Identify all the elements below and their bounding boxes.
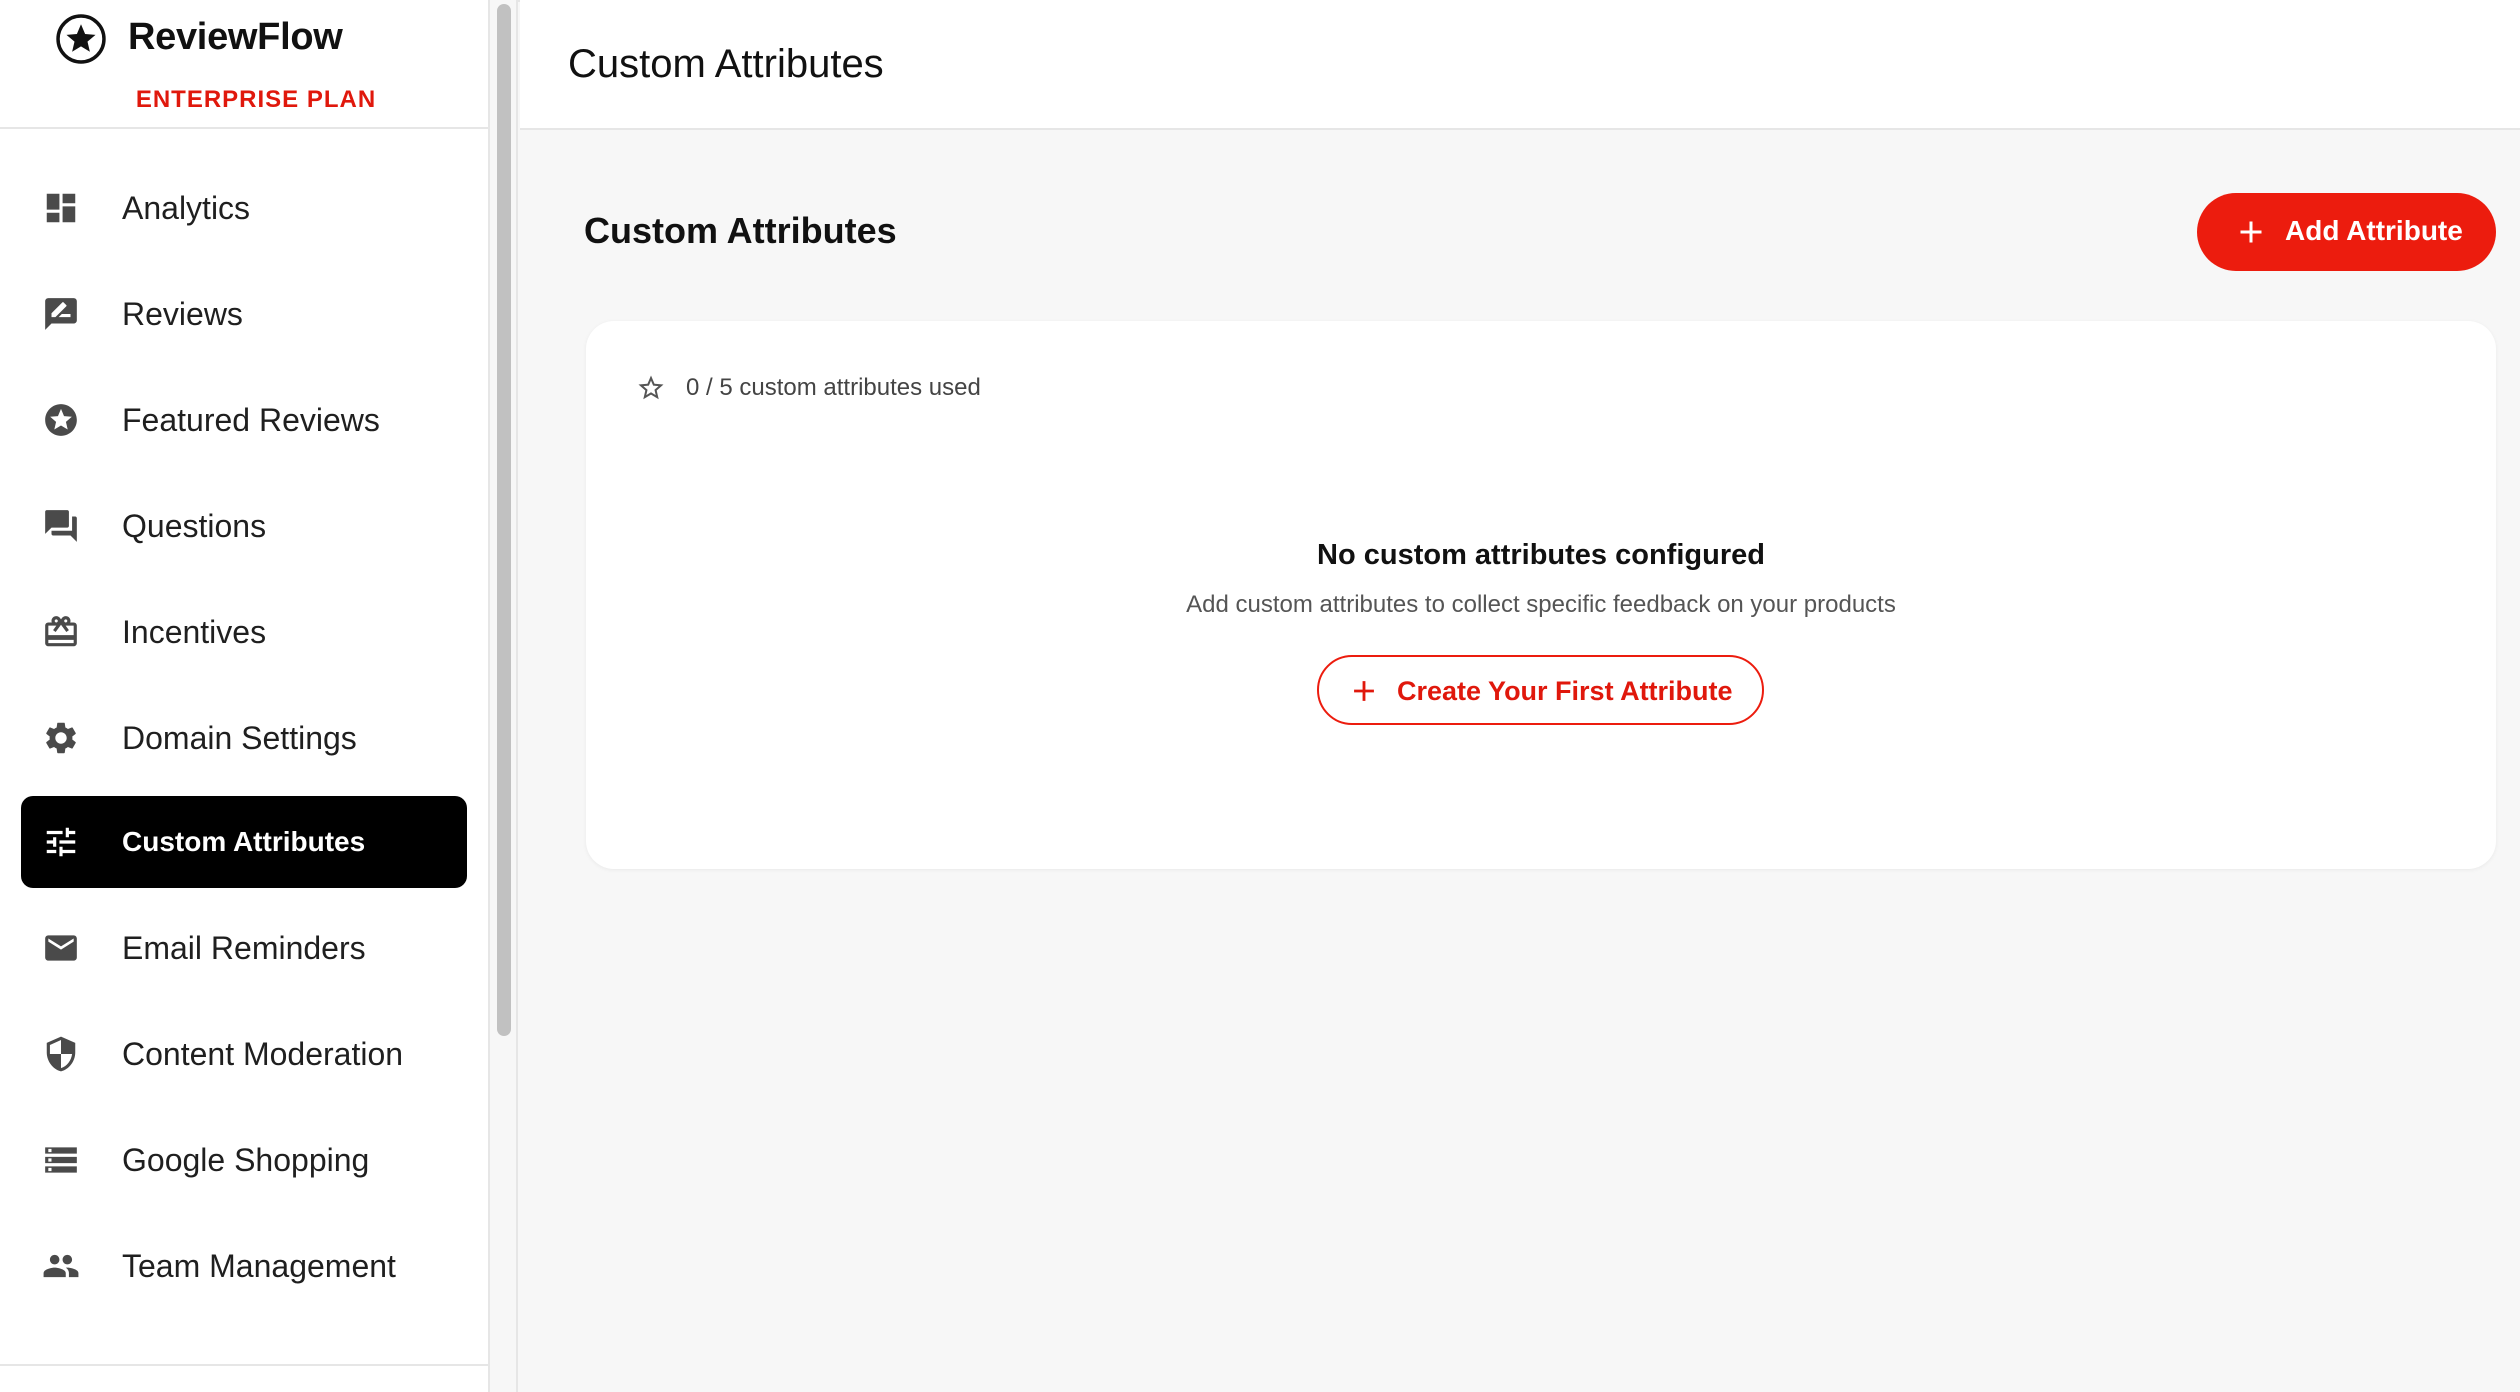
sidebar-item-featured-reviews[interactable]: Featured Reviews (21, 374, 467, 466)
sidebar-item-content-moderation[interactable]: Content Moderation (21, 1008, 467, 1100)
plus-icon (2240, 221, 2262, 243)
sidebar: ReviewFlow ENTERPRISE PLAN Analytics Rev… (0, 0, 490, 1392)
sidebar-item-reviews[interactable]: Reviews (21, 268, 467, 360)
sidebar-item-google-shopping[interactable]: Google Shopping (21, 1114, 467, 1206)
storage-icon (41, 1140, 81, 1180)
create-first-attribute-label: Create Your First Attribute (1397, 676, 1733, 706)
sidebar-item-team-management[interactable]: Team Management (21, 1220, 467, 1312)
sidebar-item-label: Custom Attributes (122, 826, 366, 857)
sidebar-item-label: Analytics (122, 189, 251, 226)
usage-count: 0 / 5 custom attributes used (686, 374, 981, 401)
empty-state-description: Add custom attributes to collect specifi… (1186, 591, 1896, 618)
sidebar-item-domain-settings[interactable]: Domain Settings (21, 692, 467, 784)
sidebar-footer-divider (0, 1364, 488, 1366)
sidebar-scrollbar-thumb[interactable] (497, 4, 511, 1036)
usage-indicator: 0 / 5 custom attributes used (636, 373, 981, 403)
section-title: Custom Attributes (584, 210, 897, 251)
sidebar-item-analytics[interactable]: Analytics (21, 162, 467, 254)
tune-icon (41, 822, 81, 862)
people-icon (41, 1246, 81, 1286)
email-icon (41, 928, 81, 968)
plus-icon (1354, 681, 1374, 701)
stars-icon (41, 400, 81, 440)
sidebar-item-custom-attributes[interactable]: Custom Attributes (21, 796, 467, 888)
shield-icon (41, 1034, 81, 1074)
rate-review-icon (41, 294, 81, 334)
brand-header: ReviewFlow ENTERPRISE PLAN (0, 0, 488, 129)
sidebar-item-incentives[interactable]: Incentives (21, 586, 467, 678)
sidebar-item-label: Featured Reviews (122, 401, 380, 438)
add-attribute-label: Add Attribute (2285, 215, 2463, 246)
star-outline-icon (638, 375, 664, 400)
page-title: Custom Attributes (568, 42, 884, 86)
create-first-attribute-button[interactable]: Create Your First Attribute (1317, 655, 1764, 725)
sidebar-item-label: Google Shopping (122, 1141, 370, 1178)
sidebar-item-label: Team Management (122, 1247, 396, 1284)
empty-state-title: No custom attributes configured (1317, 539, 1765, 571)
sidebar-item-label: Reviews (122, 295, 243, 332)
attributes-card: 0 / 5 custom attributes used No custom a… (586, 321, 2496, 869)
sidebar-item-label: Domain Settings (122, 719, 357, 756)
redeem-icon (41, 612, 81, 652)
sidebar-item-label: Email Reminders (122, 929, 366, 966)
page-header: Custom Attributes (520, 0, 2520, 130)
sidebar-item-label: Incentives (122, 613, 267, 650)
sidebar-item-label: Content Moderation (122, 1035, 404, 1072)
sidebar-item-label: Questions (122, 507, 267, 544)
forum-icon (41, 506, 81, 546)
brand-name: ReviewFlow (128, 16, 343, 58)
star-circle-icon (56, 14, 106, 64)
plan-badge: ENTERPRISE PLAN (135, 86, 377, 113)
sidebar-item-email-reminders[interactable]: Email Reminders (21, 902, 467, 994)
gear-icon (41, 718, 81, 758)
dashboard-icon (41, 188, 81, 228)
add-attribute-button[interactable]: Add Attribute (2197, 193, 2496, 271)
sidebar-item-questions[interactable]: Questions (21, 480, 467, 572)
